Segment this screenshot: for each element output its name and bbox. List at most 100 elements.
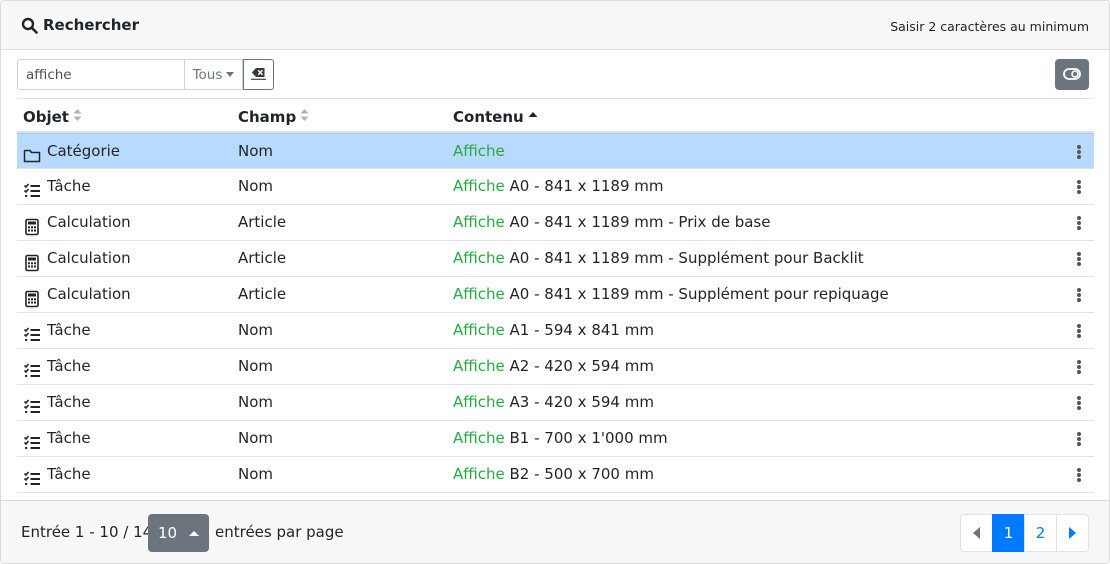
- caret-down-icon: [226, 72, 235, 77]
- content-rest: A2 - 420 x 594 mm: [504, 357, 654, 375]
- object-cell: Calculation: [23, 241, 131, 276]
- column-header-field-label: Champ: [238, 108, 297, 126]
- field-cell: Nom: [238, 142, 274, 160]
- row-menu-icon[interactable]: [1074, 431, 1084, 447]
- field-cell: Nom: [238, 177, 274, 195]
- table-row[interactable]: Calculation Article Affiche A0 - 841 x 1…: [17, 277, 1094, 313]
- row-menu-icon[interactable]: [1074, 179, 1084, 195]
- content-cell: Affiche A0 - 841 x 1189 mm - Supplément …: [453, 241, 864, 276]
- content-rest: B1 - 700 x 1'000 mm: [504, 429, 668, 447]
- toggle-options-button[interactable]: [1055, 59, 1089, 90]
- row-menu-icon[interactable]: [1074, 323, 1084, 339]
- row-menu-icon[interactable]: [1074, 467, 1084, 483]
- content-cell: Affiche A0 - 841 x 1189 mm - Prix de bas…: [453, 205, 770, 240]
- results-table: Objet Champ Contenu Catégorie Nom Affich…: [17, 98, 1094, 493]
- clear-search-button[interactable]: [243, 59, 274, 90]
- column-header-content[interactable]: Contenu: [453, 108, 538, 126]
- search-input[interactable]: [17, 59, 185, 90]
- object-name: Calculation: [47, 249, 131, 267]
- match-highlight: Affiche: [453, 249, 505, 267]
- column-header-field[interactable]: Champ: [238, 108, 309, 126]
- object-name: Tâche: [47, 465, 91, 483]
- object-name: Tâche: [47, 393, 91, 411]
- object-cell: Calculation: [23, 205, 131, 240]
- object-cell: Tâche: [23, 385, 91, 420]
- match-highlight: Affiche: [453, 285, 505, 303]
- object-name: Tâche: [47, 321, 91, 339]
- row-menu-icon[interactable]: [1074, 251, 1084, 267]
- task-list-icon: [23, 394, 41, 413]
- field-cell: Nom: [238, 465, 274, 483]
- table-row[interactable]: Tâche Nom Affiche A2 - 420 x 594 mm: [17, 349, 1094, 385]
- row-menu-icon[interactable]: [1074, 215, 1084, 231]
- row-menu-icon[interactable]: [1074, 395, 1084, 411]
- sort-icon: [300, 108, 309, 126]
- match-highlight: Affiche: [453, 357, 505, 375]
- field-cell: Article: [238, 285, 287, 303]
- table-row[interactable]: Tâche Nom Affiche B1 - 700 x 1'000 mm: [17, 421, 1094, 457]
- object-cell: Catégorie: [23, 134, 120, 169]
- object-cell: Tâche: [23, 349, 91, 384]
- row-menu-icon[interactable]: [1074, 287, 1084, 303]
- page-button-1[interactable]: 1: [992, 514, 1025, 552]
- pagination: 1 2: [960, 514, 1089, 552]
- task-list-icon: [23, 178, 41, 197]
- sort-ascending-icon: [528, 108, 538, 126]
- object-cell: Tâche: [23, 313, 91, 348]
- task-list-icon: [23, 358, 41, 377]
- table-row[interactable]: Tâche Nom Affiche B2 - 500 x 700 mm: [17, 457, 1094, 493]
- search-type-dropdown[interactable]: Tous: [185, 59, 243, 90]
- calculator-icon: [23, 214, 41, 235]
- table-row[interactable]: Tâche Nom Affiche A0 - 841 x 1189 mm: [17, 169, 1094, 205]
- match-highlight: Affiche: [453, 429, 505, 447]
- content-cell: Affiche B1 - 700 x 1'000 mm: [453, 421, 668, 456]
- table-body: Catégorie Nom Affiche Tâche Nom Affiche …: [17, 133, 1094, 493]
- page-button-2[interactable]: 2: [1024, 514, 1057, 552]
- previous-page-button[interactable]: [960, 514, 993, 552]
- eraser-icon: [251, 66, 266, 84]
- content-cell: Affiche A2 - 420 x 594 mm: [453, 349, 654, 384]
- table-row[interactable]: Calculation Article Affiche A0 - 841 x 1…: [17, 241, 1094, 277]
- dialog-footer: Entrée 1 - 10 / 14 10 entrées par page 1…: [1, 500, 1109, 563]
- per-page-label: entrées par page: [215, 523, 344, 541]
- field-cell: Nom: [238, 321, 274, 339]
- dialog-title: Rechercher: [21, 16, 139, 34]
- object-name: Tâche: [47, 357, 91, 375]
- toggle-icon: [1063, 66, 1081, 84]
- field-cell: Nom: [238, 429, 274, 447]
- page-size-value: 10: [157, 524, 178, 542]
- content-rest: A3 - 420 x 594 mm: [504, 393, 654, 411]
- row-menu-icon[interactable]: [1074, 359, 1084, 375]
- field-cell: Nom: [238, 393, 274, 411]
- table-row[interactable]: Tâche Nom Affiche A3 - 420 x 594 mm: [17, 385, 1094, 421]
- search-icon: [21, 17, 38, 34]
- column-header-content-label: Contenu: [453, 108, 524, 126]
- content-cell: Affiche A3 - 420 x 594 mm: [453, 385, 654, 420]
- table-row[interactable]: Tâche Nom Affiche A1 - 594 x 841 mm: [17, 313, 1094, 349]
- column-header-object[interactable]: Objet: [23, 108, 82, 126]
- task-list-icon: [23, 322, 41, 341]
- object-name: Catégorie: [47, 142, 121, 160]
- dialog-title-text: Rechercher: [43, 16, 140, 34]
- match-highlight: Affiche: [453, 465, 505, 483]
- content-cell: Affiche B2 - 500 x 700 mm: [453, 457, 654, 492]
- calculator-icon: [23, 286, 41, 307]
- calculator-icon: [23, 250, 41, 271]
- object-name: Calculation: [47, 285, 131, 303]
- page-size-dropdown[interactable]: 10: [148, 514, 209, 552]
- search-bar: Tous: [17, 59, 274, 90]
- content-rest: A0 - 841 x 1189 mm - Prix de base: [504, 213, 771, 231]
- content-cell: Affiche: [453, 134, 505, 169]
- content-rest: A1 - 594 x 841 mm: [504, 321, 654, 339]
- content-cell: Affiche A0 - 841 x 1189 mm: [453, 169, 663, 204]
- object-name: Tâche: [47, 429, 91, 447]
- content-rest: A0 - 841 x 1189 mm - Supplément pour Bac…: [504, 249, 864, 267]
- table-row[interactable]: Calculation Article Affiche A0 - 841 x 1…: [17, 205, 1094, 241]
- table-row[interactable]: Catégorie Nom Affiche: [17, 133, 1094, 169]
- table-header: Objet Champ Contenu: [17, 98, 1094, 133]
- next-page-button[interactable]: [1056, 514, 1089, 552]
- match-highlight: Affiche: [453, 142, 505, 160]
- task-list-icon: [23, 466, 41, 485]
- content-cell: Affiche A0 - 841 x 1189 mm - Supplément …: [453, 277, 889, 312]
- row-menu-icon[interactable]: [1074, 144, 1084, 160]
